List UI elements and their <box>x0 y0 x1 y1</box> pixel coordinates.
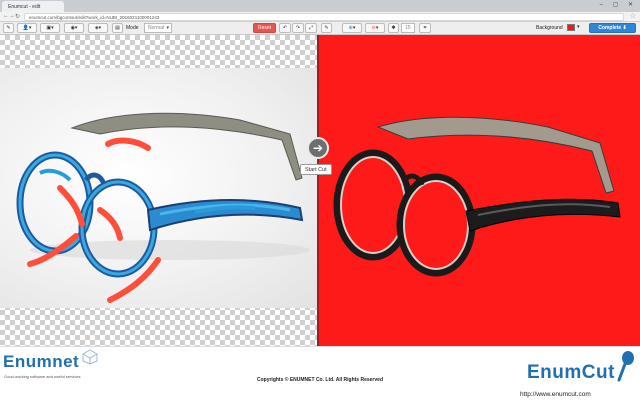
editor-toolbar: ✎ 👤▾ ▣▾ ◉▾ ◈▾ ▤ Mode Normal ▾ Reset ↶ ↷ ⤢… <box>0 22 640 35</box>
glasses-result-illustration <box>333 116 621 277</box>
start-cut-label: Start Cut <box>305 166 327 173</box>
mode-select[interactable]: Normal ▾ <box>144 23 172 33</box>
enumcut-logo: EnumCut <box>527 362 615 383</box>
chevron-down-icon[interactable]: ▾ <box>577 24 580 30</box>
reset-button[interactable]: Reset <box>253 23 276 33</box>
mode-value: Normal <box>148 25 165 31</box>
brush-size-icon[interactable]: ✱ <box>388 23 399 33</box>
source-photo[interactable] <box>0 68 318 308</box>
address-url: enumcut.com/bgcontour/edit?work_id=NUBI_… <box>29 15 160 20</box>
mode-label: Mode <box>126 25 139 31</box>
pen-icon[interactable]: ✎ <box>321 23 332 33</box>
mode-icon[interactable]: ▤ <box>112 23 123 33</box>
enumnet-logo: Enumnet <box>3 352 80 371</box>
reset-label: Reset <box>257 25 272 31</box>
add-mark-button[interactable]: ⊕ ▾ <box>342 23 362 33</box>
website-link[interactable]: http://www.enumcut.com <box>520 391 591 398</box>
foreground-tool-button[interactable]: 👤▾ <box>17 23 37 33</box>
browser-tab[interactable]: Enumcut - edit <box>2 1 64 12</box>
reload-icon[interactable]: ↻ <box>15 13 20 20</box>
source-image-pane[interactable] <box>0 35 318 346</box>
microphone-icon <box>617 351 634 382</box>
browser-tab-bar: Enumcut - edit – ▢ ✕ <box>0 0 640 12</box>
fill-tool-button[interactable]: ◈▾ <box>88 23 108 33</box>
start-cut-button[interactable]: Start Cut <box>300 164 332 175</box>
address-bar[interactable]: enumcut.com/bgcontour/edit?work_id=NUBI_… <box>24 13 624 21</box>
split-divider[interactable] <box>317 35 319 346</box>
brush-size-value: 15 <box>405 25 411 31</box>
download-icon: ⬇ <box>622 25 627 31</box>
brush-size-input[interactable]: 15 <box>401 23 415 33</box>
tab-title: Enumcut - edit <box>8 4 41 10</box>
background-color-swatch[interactable] <box>567 24 575 31</box>
layer-tool-button[interactable]: ◉▾ <box>64 23 84 33</box>
complete-button[interactable]: Complete ⬇ <box>589 23 636 33</box>
start-cut-arrow-icon[interactable]: ➔ <box>307 137 329 159</box>
result-preview-pane <box>318 35 640 346</box>
background-tool-button[interactable]: ▣▾ <box>40 23 60 33</box>
crop-icon[interactable]: ⌗ <box>419 23 431 33</box>
window-controls[interactable]: – ▢ ✕ <box>600 1 637 8</box>
page-footer: Enumnet Good-working software and useful… <box>0 346 640 401</box>
complete-label: Complete <box>598 25 622 31</box>
bookmark-star-icon[interactable]: ☆ <box>630 12 636 20</box>
fullscreen-icon[interactable]: ⤢ <box>305 23 317 33</box>
browser-address-row: ← → ↻ enumcut.com/bgcontour/edit?work_id… <box>0 12 640 22</box>
redo-icon[interactable]: ↷ <box>292 23 304 33</box>
remove-mark-button[interactable]: ⊖ ▾ <box>365 23 385 33</box>
glasses-source-illustration <box>16 112 310 303</box>
cube-icon <box>82 349 98 365</box>
editing-canvas[interactable]: ➔ Start Cut <box>0 35 640 346</box>
brush-tool-icon[interactable]: ✎ <box>3 23 14 33</box>
undo-icon[interactable]: ↶ <box>279 23 291 33</box>
background-label: Background <box>536 25 563 31</box>
